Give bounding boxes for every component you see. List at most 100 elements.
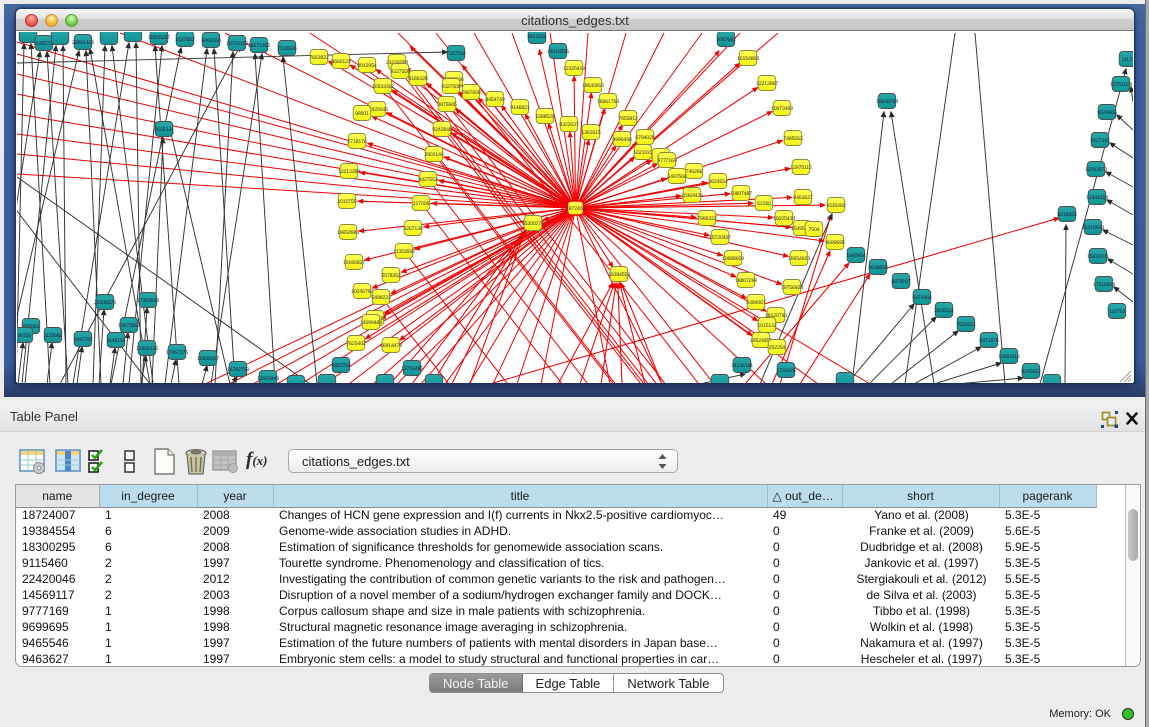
svg-text:17359924: 17359924 xyxy=(137,298,159,304)
svg-text:10654112: 10654112 xyxy=(998,354,1020,360)
svg-text:1527602: 1527602 xyxy=(175,37,194,43)
svg-text:20206576: 20206576 xyxy=(94,300,116,306)
svg-text:10046798: 10046798 xyxy=(351,289,373,295)
svg-text:10958107: 10958107 xyxy=(197,356,219,362)
svg-text:8215953: 8215953 xyxy=(1057,212,1076,218)
svg-text:7357224: 7357224 xyxy=(446,51,465,57)
svg-text:7625402: 7625402 xyxy=(346,341,365,347)
svg-text:19654985: 19654985 xyxy=(337,230,359,236)
svg-text:19166827: 19166827 xyxy=(343,260,365,266)
svg-text:8813054: 8813054 xyxy=(527,34,546,40)
svg-text:12213967: 12213967 xyxy=(756,81,778,87)
svg-text:2087682: 2087682 xyxy=(716,37,735,43)
svg-text:16210643: 16210643 xyxy=(1082,225,1104,231)
svg-text:3875685: 3875685 xyxy=(437,102,456,108)
svg-text:98901: 98901 xyxy=(355,111,369,117)
svg-text:3267130: 3267130 xyxy=(403,226,422,232)
svg-text:1733426: 1733426 xyxy=(776,368,795,374)
svg-text:1588520: 1588520 xyxy=(535,114,554,120)
svg-text:7504: 7504 xyxy=(809,227,820,233)
svg-text:1010755: 1010755 xyxy=(337,199,356,205)
svg-text:12325419: 12325419 xyxy=(563,66,585,72)
svg-text:19384554: 19384554 xyxy=(608,272,630,278)
svg-text:2935114: 2935114 xyxy=(935,308,954,314)
svg-text:12975115: 12975115 xyxy=(790,165,812,171)
svg-text:15751074: 15751074 xyxy=(1110,82,1132,88)
svg-text:14099489: 14099489 xyxy=(360,320,382,326)
svg-text:8322037: 8322037 xyxy=(559,122,578,128)
svg-text:8990448: 8990448 xyxy=(612,137,631,143)
svg-text:2605334: 2605334 xyxy=(154,127,173,133)
svg-text:9327505: 9327505 xyxy=(390,69,409,75)
svg-text:6879197: 6879197 xyxy=(891,279,910,285)
svg-text:1621022: 1621022 xyxy=(633,150,652,156)
svg-text:9699695: 9699695 xyxy=(825,240,844,246)
svg-text:8660123: 8660123 xyxy=(331,59,350,65)
svg-text:16671355: 16671355 xyxy=(248,43,270,49)
svg-text:2718176: 2718176 xyxy=(347,139,366,145)
svg-text:9146821: 9146821 xyxy=(510,105,529,111)
svg-text:12444154: 12444154 xyxy=(1086,195,1108,201)
svg-text:7632621: 7632621 xyxy=(956,322,975,328)
svg-text:2803144: 2803144 xyxy=(424,152,443,158)
svg-text:20691406: 20691406 xyxy=(72,40,94,46)
svg-text:18807299: 18807299 xyxy=(735,278,757,284)
svg-text:10973493: 10973493 xyxy=(771,106,793,112)
svg-text:11174: 11174 xyxy=(1122,57,1133,63)
svg-text:19975867: 19975867 xyxy=(118,323,140,329)
svg-text:8427552: 8427552 xyxy=(418,177,437,183)
svg-text:217006: 217006 xyxy=(413,201,430,207)
svg-text:1115682: 1115682 xyxy=(44,333,63,339)
svg-text:1145194: 1145194 xyxy=(107,338,126,344)
svg-text:6794028: 6794028 xyxy=(635,135,654,141)
svg-text:10543362: 10543362 xyxy=(372,84,394,90)
svg-text:8938928: 8938928 xyxy=(868,265,887,271)
svg-text:7515526: 7515526 xyxy=(277,46,296,52)
svg-text:39154: 39154 xyxy=(17,333,31,339)
svg-text:10025438: 10025438 xyxy=(773,216,795,222)
svg-text:19756928: 19756928 xyxy=(781,285,803,291)
svg-text:9227342: 9227342 xyxy=(1090,138,1109,144)
svg-text:17016504: 17016504 xyxy=(1093,282,1115,288)
svg-text:9474444: 9474444 xyxy=(912,295,931,301)
svg-text:10807487: 10807487 xyxy=(730,191,752,197)
svg-text:9115460: 9115460 xyxy=(827,203,846,209)
svg-text:116753: 116753 xyxy=(1109,309,1125,315)
svg-text:14136141: 14136141 xyxy=(731,363,753,369)
svg-text:16914479: 16914479 xyxy=(380,343,402,349)
svg-text:6466160: 6466160 xyxy=(201,38,220,44)
svg-text:9463627: 9463627 xyxy=(793,195,812,201)
svg-text:1872400: 1872400 xyxy=(566,206,585,212)
svg-text:19218506: 19218506 xyxy=(547,49,569,55)
svg-text:17957275: 17957275 xyxy=(166,350,188,356)
svg-text:11353594: 11353594 xyxy=(393,249,415,255)
svg-text:7663822: 7663822 xyxy=(309,55,328,61)
svg-text:16782759: 16782759 xyxy=(227,367,249,373)
svg-text:10648784: 10648784 xyxy=(876,99,898,105)
svg-text:12213389: 12213389 xyxy=(338,169,360,175)
svg-text:12905135: 12905135 xyxy=(136,346,158,352)
svg-text:8454749: 8454749 xyxy=(485,97,504,103)
svg-text:1615132: 1615132 xyxy=(757,323,776,329)
svg-text:9777169: 9777169 xyxy=(657,158,676,164)
svg-text:16154808: 16154808 xyxy=(737,56,759,62)
svg-text:9529966: 9529966 xyxy=(1097,110,1116,116)
svg-text:16961758: 16961758 xyxy=(597,99,619,105)
svg-text:10655267: 10655267 xyxy=(148,35,170,41)
svg-text:20364436: 20364436 xyxy=(681,193,703,199)
svg-text:12093873: 12093873 xyxy=(1085,167,1107,173)
svg-text:7485063: 7485063 xyxy=(783,136,802,142)
svg-text:15692971: 15692971 xyxy=(1087,254,1109,260)
svg-text:10719155: 10719155 xyxy=(226,41,248,47)
svg-text:5578352: 5578352 xyxy=(381,273,400,279)
svg-text:9327508: 9327508 xyxy=(441,84,460,90)
svg-text:1640954: 1640954 xyxy=(846,253,865,259)
svg-text:252254: 252254 xyxy=(769,345,786,351)
svg-text:15720407: 15720407 xyxy=(709,235,731,241)
svg-text:8912954: 8912954 xyxy=(357,63,376,69)
svg-text:6497568: 6497568 xyxy=(667,174,686,180)
svg-text:2942787: 2942787 xyxy=(73,337,92,343)
svg-text:13716485: 13716485 xyxy=(401,366,423,372)
svg-text:9242848: 9242848 xyxy=(432,127,451,133)
svg-text:15300275: 15300275 xyxy=(522,221,544,227)
